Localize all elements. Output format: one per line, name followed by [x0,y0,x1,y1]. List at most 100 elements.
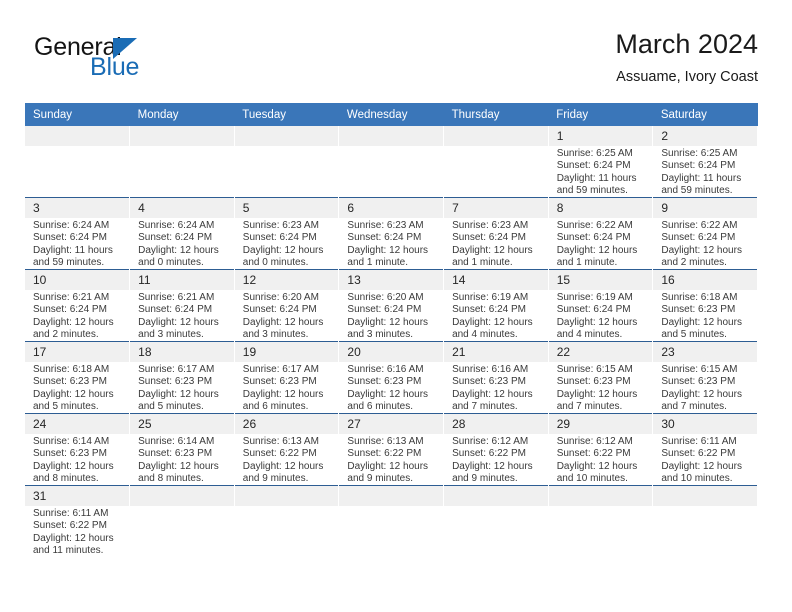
daylight-text: Daylight: 12 hours and 10 minutes. [556,460,638,485]
page-title: March 2024 [615,29,758,59]
calendar-day-cell-empty [129,126,235,198]
calendar-day-cell[interactable]: 8 Sunrise: 6:22 AM Sunset: 6:24 PM Daylight… [548,197,654,270]
logo-text-blue: Blue [90,53,140,81]
daylight-text: Daylight: 12 hours and 9 minutes. [242,460,324,485]
day-details: Sunrise: 6:25 AM Sunset: 6:24 PM Daylight:… [549,146,653,198]
day-details: Sunrise: 6:19 AM Sunset: 6:24 PM Daylight:… [444,290,548,342]
calendar-day-cell[interactable]: 13 Sunrise: 6:20 AM Sunset: 6:24 PM Dayligh… [338,269,445,342]
calendar-day-cell-empty [338,126,445,198]
calendar-day-cell[interactable]: 29 Sunrise: 6:12 AM Sunset: 6:22 PM Dayligh… [548,413,654,486]
calendar-day-cell[interactable]: 25 Sunrise: 6:14 AM Sunset: 6:23 PM Dayligh… [129,413,235,486]
sunset-text: Sunset: 6:24 PM [452,232,526,244]
general-blue-logo[interactable]: General Blue [34,34,214,94]
sunrise-text: Sunrise: 6:13 AM [347,436,424,447]
sunset-text: Sunset: 6:23 PM [242,376,317,388]
calendar-day-cell[interactable]: 9 Sunrise: 6:22 AM Sunset: 6:24 PM Daylight… [652,197,758,270]
daylight-text: Daylight: 12 hours and 1 minute. [347,244,429,269]
sunset-text: Sunset: 6:23 PM [556,376,631,388]
calendar-day-cell-empty [443,126,549,198]
sunset-text: Sunset: 6:24 PM [347,232,422,244]
daylight-text: Daylight: 12 hours and 7 minutes. [661,388,742,413]
day-cell-inner: 11 Sunrise: 6:21 AM Sunset: 6:24 PM Dayligh… [130,270,234,341]
day-details: Sunrise: 6:21 AM Sunset: 6:24 PM Daylight:… [130,290,234,342]
calendar-day-cell[interactable]: 26 Sunrise: 6:13 AM Sunset: 6:22 PM Dayligh… [234,413,340,486]
day-cell-inner: 9 Sunrise: 6:22 AM Sunset: 6:24 PM Daylight… [653,198,757,269]
weekday-header-thursday: Thursday [443,103,549,126]
calendar-day-cell[interactable]: 4 Sunrise: 6:24 AM Sunset: 6:24 PM Daylight… [129,197,235,270]
title-block: March 2024 Assuame, Ivory Coast [615,28,758,87]
day-cell-inner: 4 Sunrise: 6:24 AM Sunset: 6:24 PM Daylight… [130,198,234,269]
day-details: Sunrise: 6:15 AM Sunset: 6:23 PM Daylight:… [549,362,653,414]
calendar-day-cell[interactable]: 15 Sunrise: 6:19 AM Sunset: 6:24 PM Dayligh… [548,269,654,342]
day-number: 19 [234,342,339,362]
calendar-day-cell[interactable]: 31 Sunrise: 6:11 AM Sunset: 6:22 PM Dayligh… [25,485,131,557]
day-cell-inner: 7 Sunrise: 6:23 AM Sunset: 6:24 PM Daylight… [444,198,548,269]
day-cell-inner: 31 Sunrise: 6:11 AM Sunset: 6:22 PM Dayligh… [25,486,130,557]
calendar-day-cell[interactable]: 23 Sunrise: 6:15 AM Sunset: 6:23 PM Dayligh… [652,341,758,414]
sunrise-text: Sunrise: 6:19 AM [556,292,633,303]
day-cell-inner [444,486,548,557]
day-cell-inner: 6 Sunrise: 6:23 AM Sunset: 6:24 PM Daylight… [339,198,444,269]
calendar-day-cell[interactable]: 24 Sunrise: 6:14 AM Sunset: 6:23 PM Dayligh… [25,413,131,486]
day-number: 18 [130,342,234,362]
calendar-day-cell[interactable]: 5 Sunrise: 6:23 AM Sunset: 6:24 PM Daylight… [234,197,340,270]
day-details: Sunrise: 6:14 AM Sunset: 6:23 PM Daylight:… [25,434,129,486]
calendar-day-cell[interactable]: 21 Sunrise: 6:16 AM Sunset: 6:23 PM Dayligh… [443,341,549,414]
calendar-day-cell[interactable]: 20 Sunrise: 6:16 AM Sunset: 6:23 PM Dayligh… [338,341,445,414]
calendar-day-cell[interactable]: 30 Sunrise: 6:11 AM Sunset: 6:22 PM Dayligh… [652,413,758,486]
day-number: 27 [339,414,444,434]
calendar-day-cell[interactable]: 3 Sunrise: 6:24 AM Sunset: 6:24 PM Daylight… [25,197,131,270]
sunset-text: Sunset: 6:24 PM [242,232,317,244]
calendar-body: 1 Sunrise: 6:25 AM Sunset: 6:24 PM Daylight… [25,126,758,557]
calendar-day-cell[interactable]: 7 Sunrise: 6:23 AM Sunset: 6:24 PM Daylight… [443,197,549,270]
day-details: Sunrise: 6:24 AM Sunset: 6:24 PM Daylight:… [25,218,129,270]
sunrise-text: Sunrise: 6:14 AM [33,436,110,447]
calendar-day-cell[interactable]: 12 Sunrise: 6:20 AM Sunset: 6:24 PM Dayligh… [234,269,340,342]
weekday-headers: Sunday Monday Tuesday Wednesday Thursday Frid… [25,103,758,126]
day-cell-inner [130,126,234,197]
weekday-header-sunday: Sunday [25,103,130,126]
day-cell-inner: 18 Sunrise: 6:17 AM Sunset: 6:23 PM Dayligh… [130,342,234,413]
day-number: 23 [653,342,757,362]
day-cell-inner: 28 Sunrise: 6:12 AM Sunset: 6:22 PM Dayligh… [444,414,548,485]
day-number: 7 [444,198,548,218]
daylight-text: Daylight: 12 hours and 3 minutes. [242,316,324,341]
calendar-day-cell[interactable]: 22 Sunrise: 6:15 AM Sunset: 6:23 PM Dayligh… [548,341,654,414]
weekday-header-monday: Monday [129,103,235,126]
day-number: 11 [130,270,234,290]
sunset-text: Sunset: 6:23 PM [661,304,736,316]
calendar-day-cell[interactable]: 6 Sunrise: 6:23 AM Sunset: 6:24 PM Daylight… [338,197,445,270]
calendar-day-cell-empty [25,126,131,198]
weekday-header-wednesday: Wednesday [338,103,444,126]
calendar-day-cell[interactable]: 1 Sunrise: 6:25 AM Sunset: 6:24 PM Daylight… [548,126,654,198]
calendar-day-cell[interactable]: 16 Sunrise: 6:18 AM Sunset: 6:23 PM Dayligh… [652,269,758,342]
day-cell-inner [653,486,757,557]
day-number: 13 [339,270,444,290]
day-number: 5 [234,198,339,218]
calendar-day-cell[interactable]: 17 Sunrise: 6:18 AM Sunset: 6:23 PM Dayligh… [25,341,131,414]
calendar-day-cell[interactable]: 14 Sunrise: 6:19 AM Sunset: 6:24 PM Dayligh… [443,269,549,342]
calendar-day-cell[interactable]: 11 Sunrise: 6:21 AM Sunset: 6:24 PM Dayligh… [129,269,235,342]
calendar-day-cell[interactable]: 10 Sunrise: 6:21 AM Sunset: 6:24 PM Dayligh… [25,269,131,342]
day-cell-inner: 1 Sunrise: 6:25 AM Sunset: 6:24 PM Daylight… [548,126,653,198]
day-number: 1 [548,126,653,146]
day-details: Sunrise: 6:24 AM Sunset: 6:24 PM Daylight:… [130,218,234,270]
calendar-day-cell[interactable]: 2 Sunrise: 6:25 AM Sunset: 6:24 PM Daylight… [652,126,758,198]
day-number: 30 [653,414,757,434]
day-cell-inner [548,486,653,557]
daylight-text: Daylight: 12 hours and 1 minute. [452,244,533,269]
daylight-text: Daylight: 12 hours and 2 minutes. [661,244,742,269]
sunset-text: Sunset: 6:24 PM [242,304,317,316]
calendar-day-cell[interactable]: 27 Sunrise: 6:13 AM Sunset: 6:22 PM Dayligh… [338,413,445,486]
daylight-text: Daylight: 12 hours and 8 minutes. [138,460,219,485]
daylight-text: Daylight: 12 hours and 2 minutes. [33,316,114,341]
day-details: Sunrise: 6:11 AM Sunset: 6:22 PM Daylight:… [653,434,757,486]
daylight-text: Daylight: 12 hours and 5 minutes. [33,388,114,413]
day-number [234,126,339,146]
daylight-text: Daylight: 12 hours and 5 minutes. [661,316,742,341]
daylight-text: Daylight: 12 hours and 1 minute. [556,244,638,269]
calendar-day-cell[interactable]: 18 Sunrise: 6:17 AM Sunset: 6:23 PM Dayligh… [129,341,235,414]
calendar-day-cell[interactable]: 19 Sunrise: 6:17 AM Sunset: 6:23 PM Dayligh… [234,341,340,414]
weekday-header-tuesday: Tuesday [234,103,339,126]
calendar-day-cell[interactable]: 28 Sunrise: 6:12 AM Sunset: 6:22 PM Dayligh… [443,413,549,486]
